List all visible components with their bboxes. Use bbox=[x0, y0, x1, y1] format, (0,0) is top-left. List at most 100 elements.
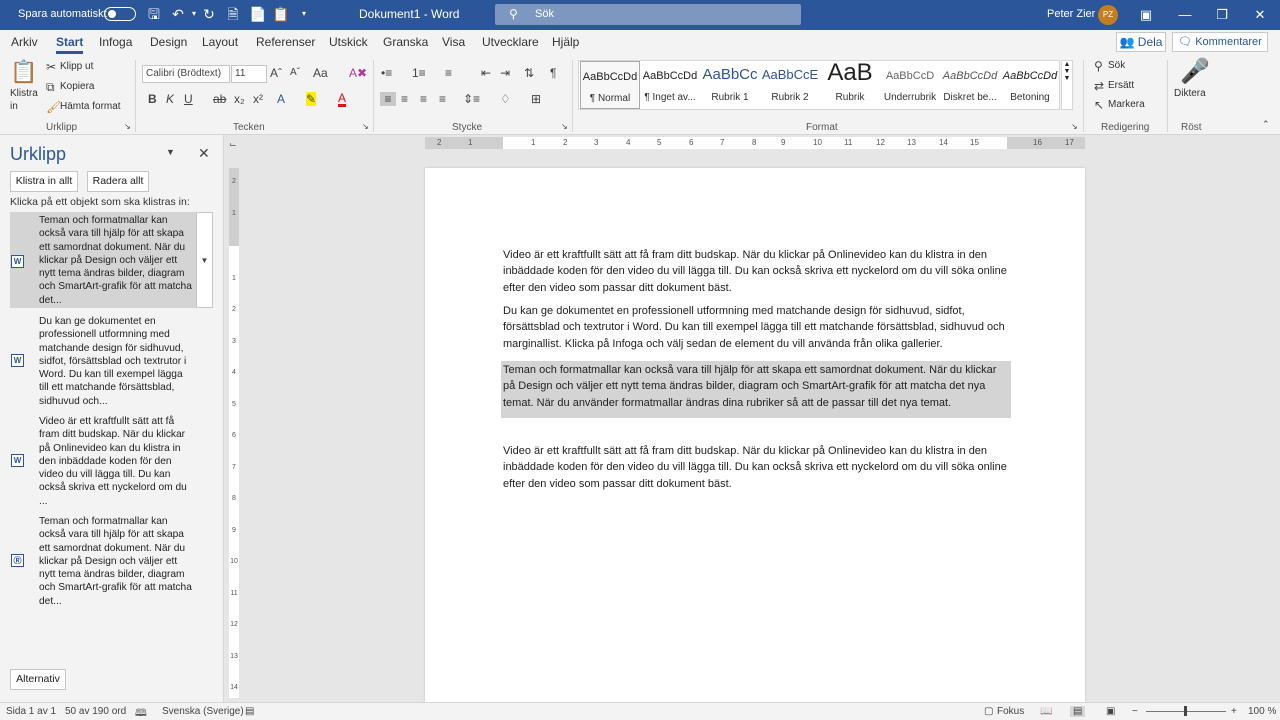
bold-icon[interactable]: B bbox=[148, 92, 157, 106]
tab-arkiv[interactable]: Arkiv bbox=[11, 35, 38, 49]
shading-icon[interactable]: ♢ bbox=[500, 92, 511, 106]
avatar[interactable]: PZ bbox=[1098, 5, 1118, 25]
tab-stop-selector[interactable]: ⌙ bbox=[229, 139, 237, 150]
replace-icon[interactable]: ⇄ bbox=[1094, 79, 1104, 93]
tab-hjalp[interactable]: Hjälp bbox=[552, 35, 579, 49]
show-formatting-icon[interactable]: ¶ bbox=[550, 66, 556, 80]
clipboard-item[interactable]: Ⓡ Teman och formatmallar kan också vara … bbox=[10, 513, 196, 609]
document-paragraph[interactable]: Video är ett kraftfullt sätt att få fram… bbox=[503, 443, 1011, 492]
paste-label[interactable]: Klistra in bbox=[10, 87, 38, 113]
zoom-slider-thumb[interactable] bbox=[1184, 706, 1187, 716]
clipboard-launcher-icon[interactable]: ↘ bbox=[124, 122, 131, 131]
focus-label[interactable]: Fokus bbox=[997, 706, 1024, 717]
clipboard-item[interactable]: W Du kan ge dokumentet en professionell … bbox=[10, 313, 196, 409]
tab-design[interactable]: Design bbox=[150, 35, 187, 49]
style-normal[interactable]: AaBbCcDd ¶ Normal bbox=[580, 61, 640, 109]
customize-qat-icon[interactable]: ▾ bbox=[296, 6, 312, 22]
options-button[interactable]: Alternativ bbox=[10, 669, 66, 690]
dictate-label[interactable]: Diktera bbox=[1174, 88, 1206, 99]
vertical-ruler[interactable]: 2 1 1 2 3 4 5 6 7 8 9 10 11 12 13 14 bbox=[229, 168, 239, 698]
proofing-icon[interactable]: 🕮 bbox=[135, 706, 147, 720]
italic-icon[interactable]: K bbox=[166, 92, 174, 106]
web-layout-icon[interactable]: ▣ bbox=[1106, 706, 1115, 717]
copy-label[interactable]: Kopiera bbox=[60, 81, 94, 92]
comments-button[interactable]: 🗨 Kommentarer bbox=[1172, 32, 1268, 52]
style-subtle-emphasis[interactable]: AaBbCcDd Diskret be... bbox=[940, 61, 1000, 109]
autosave-toggle[interactable] bbox=[104, 7, 136, 21]
text-effects-icon[interactable]: A bbox=[277, 92, 285, 106]
tab-infoga[interactable]: Infoga bbox=[99, 35, 132, 49]
font-size-box[interactable]: 11 bbox=[231, 65, 267, 83]
accessibility-icon[interactable]: ▤ bbox=[245, 706, 254, 717]
bullets-icon[interactable]: •≡ bbox=[381, 66, 392, 80]
read-mode-icon[interactable]: 📖 bbox=[1040, 706, 1052, 717]
find-label[interactable]: Sök bbox=[1108, 60, 1125, 71]
align-left-icon[interactable]: ≡ bbox=[380, 92, 396, 106]
paste-all-button[interactable]: Klistra in allt bbox=[10, 171, 78, 192]
clipboard-item-dropdown[interactable]: ▼ bbox=[196, 212, 213, 308]
tab-layout[interactable]: Layout bbox=[202, 35, 238, 49]
microphone-icon[interactable]: 🎤 bbox=[1180, 57, 1210, 86]
open-file-icon[interactable]: 📄 bbox=[249, 6, 266, 22]
format-painter-icon[interactable]: 🖌 bbox=[46, 100, 61, 114]
document-paragraph[interactable]: Video är ett kraftfullt sätt att få fram… bbox=[503, 247, 1011, 296]
clipboard-item[interactable]: W Video är ett kraftfullt sätt att få fr… bbox=[10, 413, 196, 509]
format-painter-label[interactable]: Hämta format bbox=[60, 101, 121, 112]
undo-icon[interactable]: ↶ bbox=[170, 6, 186, 22]
subscript-icon[interactable]: x₂ bbox=[234, 92, 245, 106]
line-spacing-icon[interactable]: ⇕≡ bbox=[463, 92, 480, 106]
pane-close-icon[interactable]: ✕ bbox=[198, 145, 210, 162]
zoom-in-icon[interactable]: + bbox=[1231, 706, 1237, 717]
clipboard-icon[interactable]: 📋 bbox=[272, 6, 289, 22]
search-box[interactable]: ⚲ Sök bbox=[495, 4, 801, 25]
focus-icon[interactable]: ▢ bbox=[984, 706, 993, 717]
find-icon[interactable]: ⚲ bbox=[1094, 59, 1103, 73]
font-launcher-icon[interactable]: ↘ bbox=[362, 122, 369, 131]
close-icon[interactable]: ✕ bbox=[1250, 5, 1270, 25]
shrink-font-icon[interactable]: Aˇ bbox=[290, 67, 300, 78]
tab-utskick[interactable]: Utskick bbox=[329, 35, 368, 49]
align-right-icon[interactable]: ≡ bbox=[420, 92, 427, 106]
tab-start[interactable]: Start bbox=[56, 35, 84, 54]
new-document-icon[interactable]: 🗎 bbox=[225, 6, 241, 22]
underline-icon[interactable]: U bbox=[184, 92, 193, 106]
clear-all-button[interactable]: Radera allt bbox=[87, 171, 149, 192]
borders-icon[interactable]: ⊞ bbox=[531, 92, 541, 106]
tab-visa[interactable]: Visa bbox=[442, 35, 465, 49]
collapse-ribbon-icon[interactable]: ⌃ bbox=[1262, 119, 1270, 130]
change-case-icon[interactable]: Aa bbox=[313, 66, 328, 80]
tab-referenser[interactable]: Referenser bbox=[256, 35, 315, 49]
redo-icon[interactable]: ↻ bbox=[201, 6, 217, 22]
print-layout-icon[interactable]: ▤ bbox=[1070, 706, 1086, 717]
font-name-box[interactable]: Calibri (Brödtext) bbox=[142, 65, 230, 83]
clear-formatting-icon[interactable]: A✖ bbox=[349, 66, 367, 80]
save-icon[interactable]: 🖫 bbox=[146, 6, 162, 22]
style-no-spacing[interactable]: AaBbCcDd ¶ Inget av... bbox=[640, 61, 700, 109]
style-heading-2[interactable]: AaBbCcE Rubrik 2 bbox=[760, 61, 820, 109]
paragraph-launcher-icon[interactable]: ↘ bbox=[561, 122, 568, 131]
font-color-icon[interactable]: A bbox=[338, 92, 347, 107]
replace-label[interactable]: Ersätt bbox=[1108, 80, 1134, 91]
zoom-level[interactable]: 100 % bbox=[1248, 706, 1276, 717]
styles-launcher-icon[interactable]: ↘ bbox=[1071, 122, 1078, 131]
select-label[interactable]: Markera bbox=[1108, 99, 1145, 110]
share-button[interactable]: 👥 Dela bbox=[1116, 32, 1166, 52]
increase-indent-icon[interactable]: ⇥ bbox=[500, 66, 510, 80]
strikethrough-icon[interactable]: ab bbox=[213, 92, 226, 106]
sort-icon[interactable]: ⇅ bbox=[524, 66, 534, 80]
style-heading-1[interactable]: AaBbCc Rubrik 1 bbox=[700, 61, 760, 109]
page-count[interactable]: Sida 1 av 1 bbox=[6, 706, 56, 717]
clipboard-item[interactable]: W Teman och formatmallar kan också vara … bbox=[10, 212, 196, 308]
numbering-icon[interactable]: 1≡ bbox=[412, 66, 426, 80]
language[interactable]: Svenska (Sverige) bbox=[162, 706, 244, 717]
tab-utvecklare[interactable]: Utvecklare bbox=[482, 35, 539, 49]
undo-dropdown-icon[interactable]: ▾ bbox=[186, 6, 202, 22]
copy-icon[interactable]: ⧉ bbox=[46, 80, 55, 95]
decrease-indent-icon[interactable]: ⇤ bbox=[481, 66, 491, 80]
align-center-icon[interactable]: ≡ bbox=[401, 92, 408, 106]
pane-options-icon[interactable]: ▼ bbox=[166, 147, 175, 157]
document-page[interactable]: Video är ett kraftfullt sätt att få fram… bbox=[425, 168, 1085, 702]
minimize-icon[interactable]: — bbox=[1175, 5, 1195, 25]
zoom-out-icon[interactable]: − bbox=[1132, 706, 1138, 717]
multilevel-list-icon[interactable]: ≡ bbox=[445, 66, 452, 80]
